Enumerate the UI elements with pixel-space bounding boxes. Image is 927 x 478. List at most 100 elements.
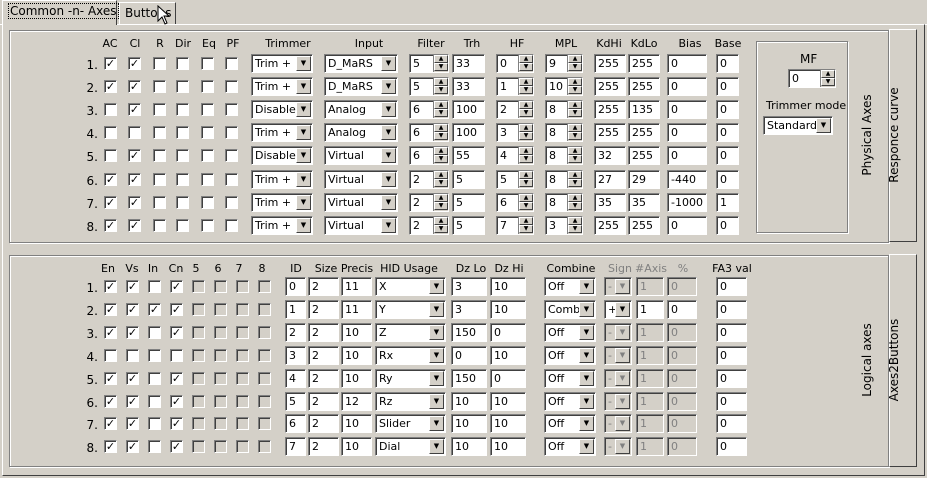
eq-checkbox[interactable] bbox=[201, 149, 214, 162]
eq-checkbox[interactable] bbox=[201, 126, 214, 139]
spin-down-icon[interactable]: ▼ bbox=[568, 202, 582, 210]
cl-checkbox[interactable]: ✓ bbox=[128, 80, 141, 93]
spin-up-icon[interactable]: ▲ bbox=[568, 78, 582, 86]
spin-up-icon[interactable]: ▲ bbox=[434, 101, 448, 109]
in-checkbox[interactable] bbox=[148, 280, 161, 293]
trh-field[interactable]: 100 bbox=[452, 123, 485, 142]
kdhi-field[interactable]: 255 bbox=[594, 123, 626, 142]
input-select[interactable]: Virtual ▼ bbox=[324, 216, 398, 235]
c6-checkbox[interactable] bbox=[214, 303, 227, 316]
c8-checkbox[interactable] bbox=[258, 349, 271, 362]
c8-checkbox[interactable] bbox=[258, 372, 271, 385]
pf-checkbox[interactable] bbox=[225, 219, 238, 232]
size-field[interactable]: 2 bbox=[308, 277, 339, 296]
mpl-spinner[interactable]: 8 ▲ ▼ bbox=[545, 146, 583, 165]
spin-up-icon[interactable]: ▲ bbox=[519, 217, 533, 225]
c7-checkbox[interactable] bbox=[236, 303, 249, 316]
en-checkbox[interactable]: ✓ bbox=[104, 326, 117, 339]
fa3-field[interactable]: 0 bbox=[716, 323, 747, 342]
id-field[interactable]: 0 bbox=[285, 277, 306, 296]
pf-checkbox[interactable] bbox=[225, 103, 238, 116]
filter-spinner[interactable]: 2 ▲ ▼ bbox=[409, 216, 449, 235]
en-checkbox[interactable]: ✓ bbox=[104, 417, 117, 430]
dzlo-field[interactable]: 3 bbox=[451, 300, 487, 319]
en-checkbox[interactable]: ✓ bbox=[104, 280, 117, 293]
c8-checkbox[interactable] bbox=[258, 280, 271, 293]
spin-down-icon[interactable]: ▼ bbox=[434, 86, 448, 94]
trimmer-mode-select[interactable]: Standard ▼ bbox=[763, 116, 833, 135]
ac-checkbox[interactable] bbox=[104, 149, 117, 162]
base-field[interactable]: 0 bbox=[716, 216, 739, 235]
c7-checkbox[interactable] bbox=[236, 372, 249, 385]
spin-down-icon[interactable]: ▼ bbox=[519, 86, 533, 94]
id-field[interactable]: 4 bbox=[285, 369, 306, 388]
trimmer-select[interactable]: Trim + ▼ bbox=[251, 54, 313, 73]
size-field[interactable]: 2 bbox=[308, 437, 339, 456]
spin-down-icon[interactable]: ▼ bbox=[519, 132, 533, 140]
fa3-field[interactable]: 0 bbox=[716, 414, 747, 433]
spin-down-icon[interactable]: ▼ bbox=[434, 155, 448, 163]
kdlo-field[interactable]: 255 bbox=[628, 77, 660, 96]
trimmer-select[interactable]: Disable ▼ bbox=[251, 146, 313, 165]
cn-checkbox[interactable]: ✓ bbox=[170, 440, 183, 453]
cn-checkbox[interactable]: ✓ bbox=[170, 280, 183, 293]
spin-down-icon[interactable]: ▼ bbox=[519, 155, 533, 163]
vs-checkbox[interactable]: ✓ bbox=[126, 440, 139, 453]
dzlo-field[interactable]: 150 bbox=[451, 323, 487, 342]
size-field[interactable]: 2 bbox=[308, 414, 339, 433]
kdhi-field[interactable]: 255 bbox=[594, 100, 626, 119]
hf-spinner[interactable]: 7 ▲ ▼ bbox=[496, 216, 534, 235]
dir-checkbox[interactable] bbox=[176, 149, 189, 162]
spin-down-icon[interactable]: ▼ bbox=[519, 225, 533, 233]
precis-field[interactable]: 10 bbox=[341, 346, 372, 365]
sign-select[interactable]: + ▼ bbox=[604, 300, 632, 319]
c7-checkbox[interactable] bbox=[236, 417, 249, 430]
en-checkbox[interactable]: ✓ bbox=[104, 440, 117, 453]
c7-checkbox[interactable] bbox=[236, 440, 249, 453]
size-field[interactable]: 2 bbox=[308, 300, 339, 319]
in-checkbox[interactable] bbox=[148, 395, 161, 408]
spin-down-icon[interactable]: ▼ bbox=[568, 63, 582, 71]
filter-spinner[interactable]: 5 ▲ ▼ bbox=[409, 77, 449, 96]
spin-up-icon[interactable]: ▲ bbox=[568, 217, 582, 225]
c8-checkbox[interactable] bbox=[258, 417, 271, 430]
c8-checkbox[interactable] bbox=[258, 395, 271, 408]
c7-checkbox[interactable] bbox=[236, 395, 249, 408]
in-checkbox[interactable]: ✓ bbox=[148, 303, 161, 316]
base-field[interactable]: 0 bbox=[716, 170, 739, 189]
trh-field[interactable]: 5 bbox=[452, 193, 485, 212]
mpl-spinner[interactable]: 8 ▲ ▼ bbox=[545, 123, 583, 142]
pf-checkbox[interactable] bbox=[225, 80, 238, 93]
hf-spinner[interactable]: 4 ▲ ▼ bbox=[496, 146, 534, 165]
dzhi-field[interactable]: 10 bbox=[490, 277, 526, 296]
combine-select[interactable]: Off ▼ bbox=[544, 369, 596, 388]
c5-checkbox[interactable] bbox=[192, 440, 205, 453]
trimmer-select[interactable]: Trim + ▼ bbox=[251, 77, 313, 96]
pf-checkbox[interactable] bbox=[225, 126, 238, 139]
kdlo-field[interactable]: 29 bbox=[628, 170, 660, 189]
precis-field[interactable]: 12 bbox=[341, 392, 372, 411]
dzhi-field[interactable]: 10 bbox=[490, 437, 526, 456]
input-select[interactable]: Virtual ▼ bbox=[324, 170, 398, 189]
c5-checkbox[interactable] bbox=[192, 326, 205, 339]
fa3-field[interactable]: 0 bbox=[716, 392, 747, 411]
hid-usage-select[interactable]: Slider ▼ bbox=[375, 414, 446, 433]
cn-checkbox[interactable]: ✓ bbox=[170, 395, 183, 408]
mpl-spinner[interactable]: 10 ▲ ▼ bbox=[545, 77, 583, 96]
cl-checkbox[interactable]: ✓ bbox=[128, 219, 141, 232]
filter-spinner[interactable]: 2 ▲ ▼ bbox=[409, 170, 449, 189]
vs-checkbox[interactable]: ✓ bbox=[126, 280, 139, 293]
input-select[interactable]: D_MaRS ▼ bbox=[324, 54, 398, 73]
mpl-spinner[interactable]: 8 ▲ ▼ bbox=[545, 170, 583, 189]
eq-checkbox[interactable] bbox=[201, 196, 214, 209]
spin-up-icon[interactable]: ▲ bbox=[519, 124, 533, 132]
base-field[interactable]: 0 bbox=[716, 146, 739, 165]
precis-field[interactable]: 10 bbox=[341, 369, 372, 388]
filter-spinner[interactable]: 5 ▲ ▼ bbox=[409, 54, 449, 73]
spin-up-icon[interactable]: ▲ bbox=[519, 171, 533, 179]
hid-usage-select[interactable]: Z ▼ bbox=[375, 323, 446, 342]
mpl-spinner[interactable]: 9 ▲ ▼ bbox=[545, 54, 583, 73]
hid-usage-select[interactable]: Ry ▼ bbox=[375, 369, 446, 388]
dzhi-field[interactable]: 0 bbox=[490, 369, 526, 388]
kdlo-field[interactable]: 255 bbox=[628, 216, 660, 235]
